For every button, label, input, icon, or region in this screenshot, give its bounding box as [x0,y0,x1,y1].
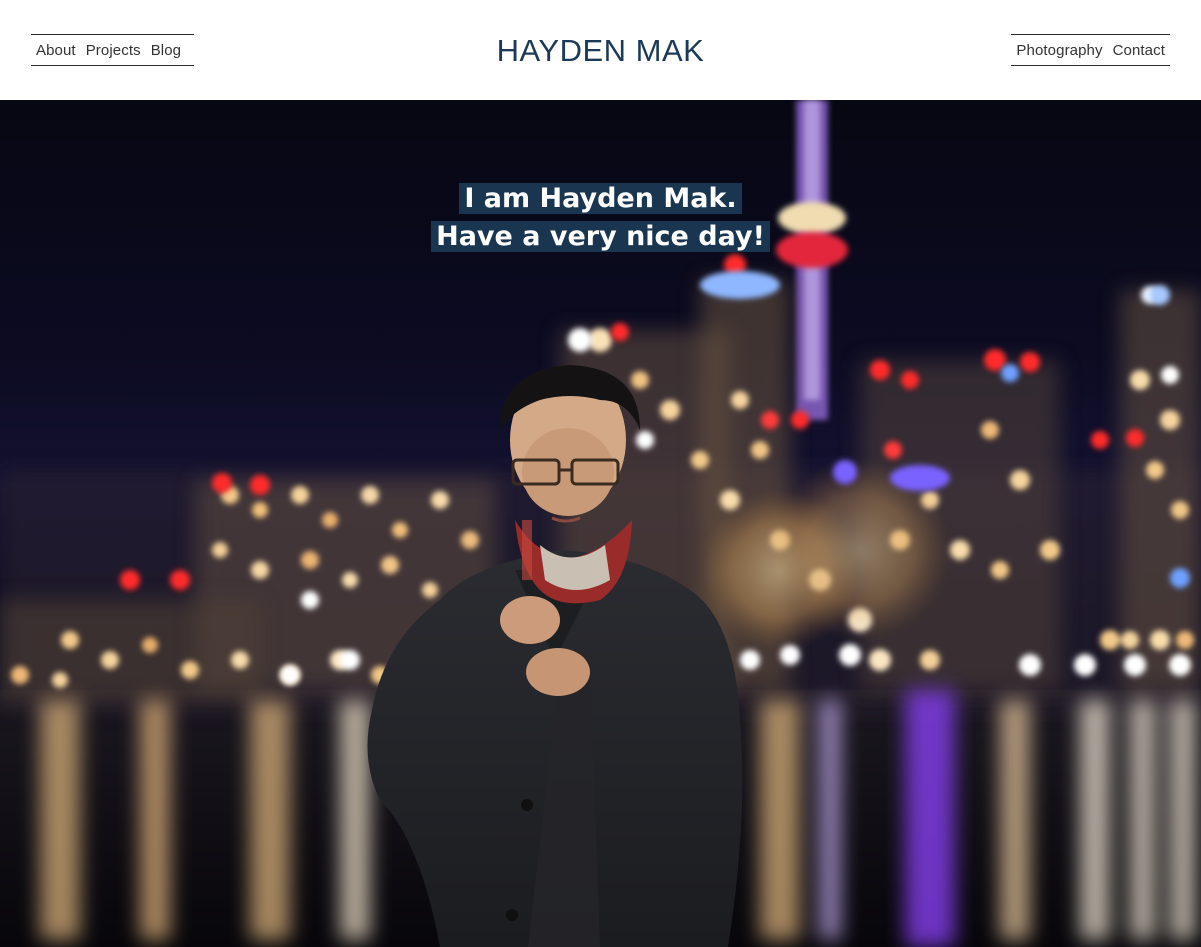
nav-link-contact[interactable]: Contact [1113,42,1165,59]
hero-photo: I am Hayden Mak. Have a very nice day! [0,100,1201,947]
hero-tagline-line2: Have a very nice day! [431,221,770,252]
secondary-nav: Photography Contact [1011,34,1170,66]
site-header: About Projects Blog HAYDEN MAK Photograp… [0,0,1201,100]
hero-tagline-line1: I am Hayden Mak. [459,183,742,214]
nav-link-photography[interactable]: Photography [1016,42,1102,59]
hero-tagline: I am Hayden Mak. Have a very nice day! [0,180,1201,256]
